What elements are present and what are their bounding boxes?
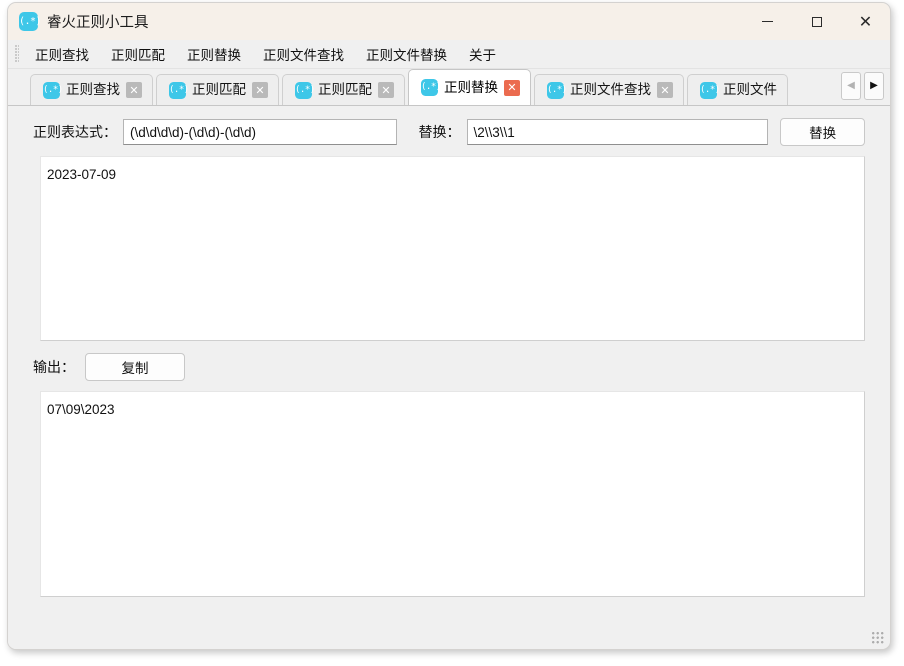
menu-bar: 正则查找 正则匹配 正则替换 正则文件查找 正则文件替换 关于 xyxy=(8,40,890,69)
menu-item-regex-match[interactable]: 正则匹配 xyxy=(100,40,176,68)
minimize-button[interactable] xyxy=(743,3,792,40)
tab-label: 正则匹配 xyxy=(192,82,246,98)
expression-label: 正则表达式： xyxy=(33,124,117,140)
tab-list: (.*) 正则查找 ✕ (.*) 正则匹配 ✕ (.*) 正则匹配 ✕ (.*)… xyxy=(30,69,834,105)
tab-regex-match-1[interactable]: (.*) 正则匹配 ✕ xyxy=(156,74,279,105)
tab-regex-icon: (.*) xyxy=(43,81,63,99)
app-regex-icon: (.*) xyxy=(19,12,42,31)
close-button[interactable]: ✕ xyxy=(841,3,890,40)
menu-item-about[interactable]: 关于 xyxy=(458,40,507,68)
tab-regex-file-replace[interactable]: (.*) 正则文件 xyxy=(687,74,788,105)
tab-scroll-controls: ◀ ▶ xyxy=(841,72,884,100)
tab-regex-file-find[interactable]: (.*) 正则文件查找 ✕ xyxy=(534,74,684,105)
window-controls: ✕ xyxy=(743,3,890,40)
copy-button[interactable]: 复制 xyxy=(85,353,185,381)
menu-drag-grip[interactable] xyxy=(15,45,19,63)
menu-item-regex-file-find[interactable]: 正则文件查找 xyxy=(252,40,355,68)
title-bar: (.*) 睿火正则小工具 ✕ xyxy=(8,3,890,40)
close-icon: ✕ xyxy=(858,11,873,31)
tab-regex-icon: (.*) xyxy=(295,81,315,99)
tab-close-icon[interactable]: ✕ xyxy=(504,79,520,96)
output-text-area[interactable]: 07\09\2023 xyxy=(40,391,865,597)
tab-label: 正则查找 xyxy=(66,82,120,98)
tab-regex-match-2[interactable]: (.*) 正则匹配 ✕ xyxy=(282,74,405,105)
maximize-button[interactable] xyxy=(792,3,841,40)
replace-label: 替换： xyxy=(418,124,461,140)
tab-label: 正则文件查找 xyxy=(570,82,651,98)
replacement-input[interactable]: \2\\3\\1 xyxy=(466,119,769,145)
tab-strip: (.*) 正则查找 ✕ (.*) 正则匹配 ✕ (.*) 正则匹配 ✕ (.*)… xyxy=(8,69,890,105)
tab-label: 正则替换 xyxy=(444,79,498,95)
chevron-right-icon: ▶ xyxy=(870,80,878,91)
chevron-left-icon: ◀ xyxy=(847,80,855,91)
tab-scroll-right-button[interactable]: ▶ xyxy=(864,72,884,100)
regex-replace-panel: 正则表达式： (\d\d\d\d)-(\d\d)-(\d\d) 替换： \2\\… xyxy=(8,105,890,649)
menu-item-regex-file-replace[interactable]: 正则文件替换 xyxy=(355,40,458,68)
regex-expression-input[interactable]: (\d\d\d\d)-(\d\d)-(\d\d) xyxy=(123,119,397,145)
maximize-icon xyxy=(811,16,822,27)
tab-close-icon[interactable]: ✕ xyxy=(126,82,142,98)
tab-regex-replace[interactable]: (.*) 正则替换 ✕ xyxy=(408,69,531,105)
expression-row: 正则表达式： (\d\d\d\d)-(\d\d)-(\d\d) 替换： \2\\… xyxy=(8,118,890,146)
output-label: 输出： xyxy=(33,359,75,375)
resize-grip[interactable] xyxy=(872,632,885,645)
tab-regex-icon: (.*) xyxy=(547,81,567,99)
minimize-icon xyxy=(762,21,773,22)
application-window: (.*) 睿火正则小工具 ✕ 正则查找 正则匹配 正则替换 正则文件查找 正则文… xyxy=(7,2,891,650)
tab-close-icon[interactable]: ✕ xyxy=(378,82,394,98)
menu-item-regex-replace[interactable]: 正则替换 xyxy=(176,40,252,68)
tab-regex-icon: (.*) xyxy=(169,81,189,99)
source-text-area[interactable]: 2023-07-09 xyxy=(40,156,865,341)
output-row: 输出： 复制 xyxy=(8,353,890,381)
tab-label: 正则匹配 xyxy=(318,82,372,98)
tab-label: 正则文件 xyxy=(723,82,777,98)
tab-close-icon[interactable]: ✕ xyxy=(657,82,673,98)
tab-regex-icon: (.*) xyxy=(700,81,720,99)
tab-scroll-left-button[interactable]: ◀ xyxy=(841,72,861,100)
menu-item-regex-find[interactable]: 正则查找 xyxy=(24,40,100,68)
tab-regex-icon: (.*) xyxy=(421,79,441,96)
screen: (.*) 睿火正则小工具 ✕ 正则查找 正则匹配 正则替换 正则文件查找 正则文… xyxy=(0,0,904,666)
window-title: 睿火正则小工具 xyxy=(47,15,149,31)
replace-button[interactable]: 替换 xyxy=(780,118,865,146)
tab-regex-find-1[interactable]: (.*) 正则查找 ✕ xyxy=(30,74,153,105)
tab-close-icon[interactable]: ✕ xyxy=(252,82,268,98)
